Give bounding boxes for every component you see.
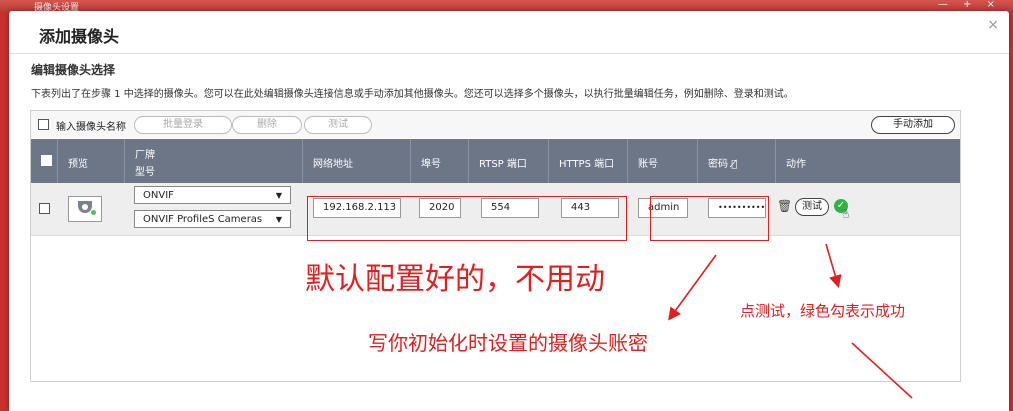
batch-login-button[interactable]: 批量登录 — [134, 116, 232, 134]
dialog-title: 添加摄像头 — [39, 27, 120, 46]
trash-icon[interactable]: 🗑 — [777, 199, 792, 213]
header-port-label: 埠号 — [421, 159, 441, 170]
test-button[interactable]: 测试 — [304, 116, 372, 134]
model-select[interactable]: ONVIF ProfileS Cameras ▼ — [134, 210, 291, 228]
header-account-label: 账号 — [638, 159, 658, 170]
row-test-button[interactable]: 测试 — [795, 198, 829, 216]
hand-cursor-icon: ☝ — [840, 206, 851, 222]
header-address-label: 网络地址 — [313, 159, 353, 170]
section-description: 下表列出了在步骤 1 中选择的摄像头。您可以在此处编辑摄像头连接信息或手动添加其… — [31, 89, 794, 100]
header-https-label: HTTPS 端口 — [559, 159, 615, 170]
annotation-write-account: 写你初始化时设置的摄像头账密 — [368, 331, 648, 355]
table-header: 预览 厂牌 型号 网络地址 埠号 RTSP 端口 HTTPS 端口 账号 密码 … — [31, 139, 960, 183]
vendor-select-value: ONVIF — [143, 190, 174, 201]
select-all-checkbox[interactable] — [38, 119, 49, 130]
header-vendor-label: 厂牌 — [135, 150, 155, 161]
header-rtsp: RTSP 端口 — [469, 139, 549, 183]
annotation-click-test: 点测试，绿色勾表示成功 — [740, 302, 906, 320]
header-password-text: 密码 — [708, 159, 728, 170]
section-title: 编辑摄像头选择 — [31, 63, 116, 77]
row-checkbox[interactable] — [39, 203, 50, 214]
chevron-down-icon: ▼ — [275, 191, 282, 200]
header-preview-label: 预览 — [68, 159, 88, 170]
header-account: 账号 — [628, 139, 698, 183]
eye-off-icon[interactable]: 👁̸ — [731, 159, 737, 170]
dialog-header: 添加摄像头 × — [9, 11, 1009, 54]
header-preview: 预览 — [58, 139, 125, 183]
header-checkbox[interactable] — [41, 155, 52, 166]
header-checkbox-cell — [31, 139, 58, 183]
model-select-value: ONVIF ProfileS Cameras — [143, 214, 263, 225]
camera-preview-icon — [68, 196, 102, 222]
header-vendor-model: 厂牌 型号 — [125, 139, 303, 183]
vendor-select[interactable]: ONVIF ▼ — [134, 186, 291, 204]
delete-button[interactable]: 删除 — [232, 116, 302, 134]
window-controls[interactable]: — + × — [938, 0, 1001, 10]
header-action-label: 动作 — [786, 159, 806, 170]
header-model-label: 型号 — [135, 167, 155, 178]
chevron-down-icon: ▼ — [275, 215, 282, 224]
header-action: 动作 — [776, 139, 960, 183]
annotation-default-ok: 默认配置好的，不用动 — [305, 262, 605, 297]
online-status-dot — [91, 210, 96, 215]
header-password-label: 密码 👁̸ — [708, 155, 737, 170]
header-address: 网络地址 — [303, 139, 411, 183]
header-port: 埠号 — [411, 139, 469, 183]
table-toolbar: 输入摄像头名称 批量登录 删除 测试 手动添加 — [31, 111, 960, 138]
camera-lens — [82, 204, 88, 210]
header-https: HTTPS 端口 — [549, 139, 628, 183]
manual-add-button[interactable]: 手动添加 — [871, 116, 955, 134]
camera-name-label: 输入摄像头名称 — [56, 122, 126, 133]
credential-fields-highlight — [650, 196, 769, 241]
header-rtsp-label: RTSP 端口 — [479, 159, 527, 170]
header-password: 密码 👁̸ — [698, 139, 776, 183]
close-icon[interactable]: × — [987, 17, 999, 33]
default-fields-highlight — [307, 196, 627, 241]
